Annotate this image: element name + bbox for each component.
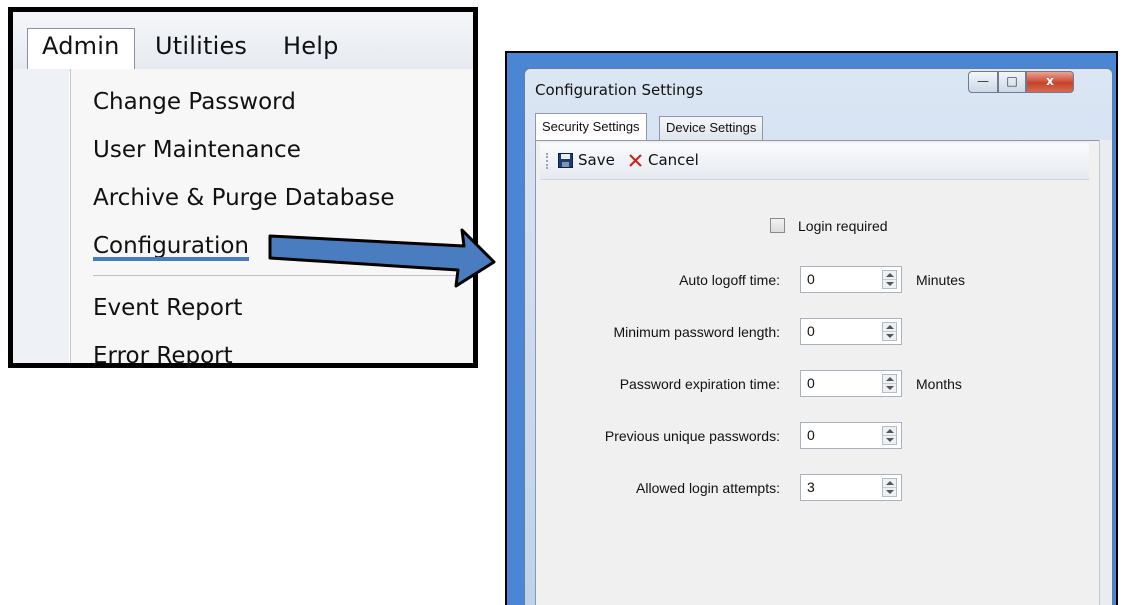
x-cancel-icon xyxy=(628,153,643,172)
menubar-utilities[interactable]: Utilities xyxy=(141,29,261,65)
window-right-edge xyxy=(1099,140,1112,605)
min-password-length-spinner[interactable] xyxy=(882,322,897,341)
login-required-label: Login required xyxy=(798,218,888,234)
min-password-length-value: 0 xyxy=(807,323,815,339)
auto-logoff-spinner[interactable] xyxy=(882,270,897,289)
save-label: Save xyxy=(578,151,615,169)
maximize-button[interactable]: □ xyxy=(998,71,1026,93)
previous-unique-passwords-spinner[interactable] xyxy=(882,426,897,445)
close-button[interactable]: x xyxy=(1026,71,1074,93)
admin-menu-screenshot: Admin Utilities Help Change Password Use… xyxy=(8,7,478,369)
allowed-login-attempts-input[interactable]: 3 xyxy=(800,474,902,501)
menu-item-change-password[interactable]: Change Password xyxy=(93,89,296,115)
min-password-length-input[interactable]: 0 xyxy=(800,318,902,345)
menu-item-archive-purge[interactable]: Archive & Purge Database xyxy=(93,185,395,211)
cancel-button[interactable]: Cancel xyxy=(628,151,699,173)
login-required-checkbox[interactable] xyxy=(770,218,785,233)
password-expiration-unit: Months xyxy=(916,376,962,392)
menu-item-user-maintenance[interactable]: User Maintenance xyxy=(93,137,301,163)
auto-logoff-value: 0 xyxy=(807,271,815,287)
configuration-highlight-underline xyxy=(93,257,249,261)
tab-device-settings[interactable]: Device Settings xyxy=(659,116,764,140)
toolbar: Save Cancel xyxy=(540,143,1089,180)
security-settings-panel: Save Cancel Login required Auto logoff t… xyxy=(535,140,1102,605)
menu-item-error-report[interactable]: Error Report xyxy=(93,343,233,369)
min-password-length-label: Minimum password length: xyxy=(613,324,780,340)
pointer-arrow-icon xyxy=(268,228,496,288)
allowed-login-attempts-value: 3 xyxy=(807,479,815,495)
auto-logoff-input[interactable]: 0 xyxy=(800,266,902,293)
allowed-login-attempts-spinner[interactable] xyxy=(882,478,897,497)
tab-security-settings[interactable]: Security Settings xyxy=(535,113,647,140)
password-expiration-label: Password expiration time: xyxy=(619,376,780,392)
menubar: Admin Utilities Help xyxy=(13,12,473,71)
allowed-login-attempts-label: Allowed login attempts: xyxy=(636,480,780,496)
auto-logoff-unit: Minutes xyxy=(916,272,966,288)
cancel-label: Cancel xyxy=(648,151,699,169)
menubar-help[interactable]: Help xyxy=(269,29,353,65)
window-title: Configuration Settings xyxy=(535,81,704,99)
password-expiration-value: 0 xyxy=(807,375,815,391)
previous-unique-passwords-label: Previous unique passwords: xyxy=(604,428,780,444)
minimize-button[interactable]: — xyxy=(968,71,998,93)
menubar-admin[interactable]: Admin xyxy=(27,28,135,70)
password-expiration-spinner[interactable] xyxy=(882,374,897,393)
toolbar-grip xyxy=(546,153,550,169)
menu-item-event-report[interactable]: Event Report xyxy=(93,295,242,321)
floppy-disk-icon xyxy=(558,153,573,172)
previous-unique-passwords-input[interactable]: 0 xyxy=(800,422,902,449)
previous-unique-passwords-value: 0 xyxy=(807,427,815,443)
menu-item-configuration[interactable]: Configuration xyxy=(93,233,249,259)
menu-gutter xyxy=(13,69,69,363)
auto-logoff-label: Auto logoff time: xyxy=(679,272,780,288)
configuration-settings-window: Configuration Settings — □ x Security Se… xyxy=(524,68,1113,605)
save-button[interactable]: Save xyxy=(558,151,615,173)
password-expiration-input[interactable]: 0 xyxy=(800,370,902,397)
